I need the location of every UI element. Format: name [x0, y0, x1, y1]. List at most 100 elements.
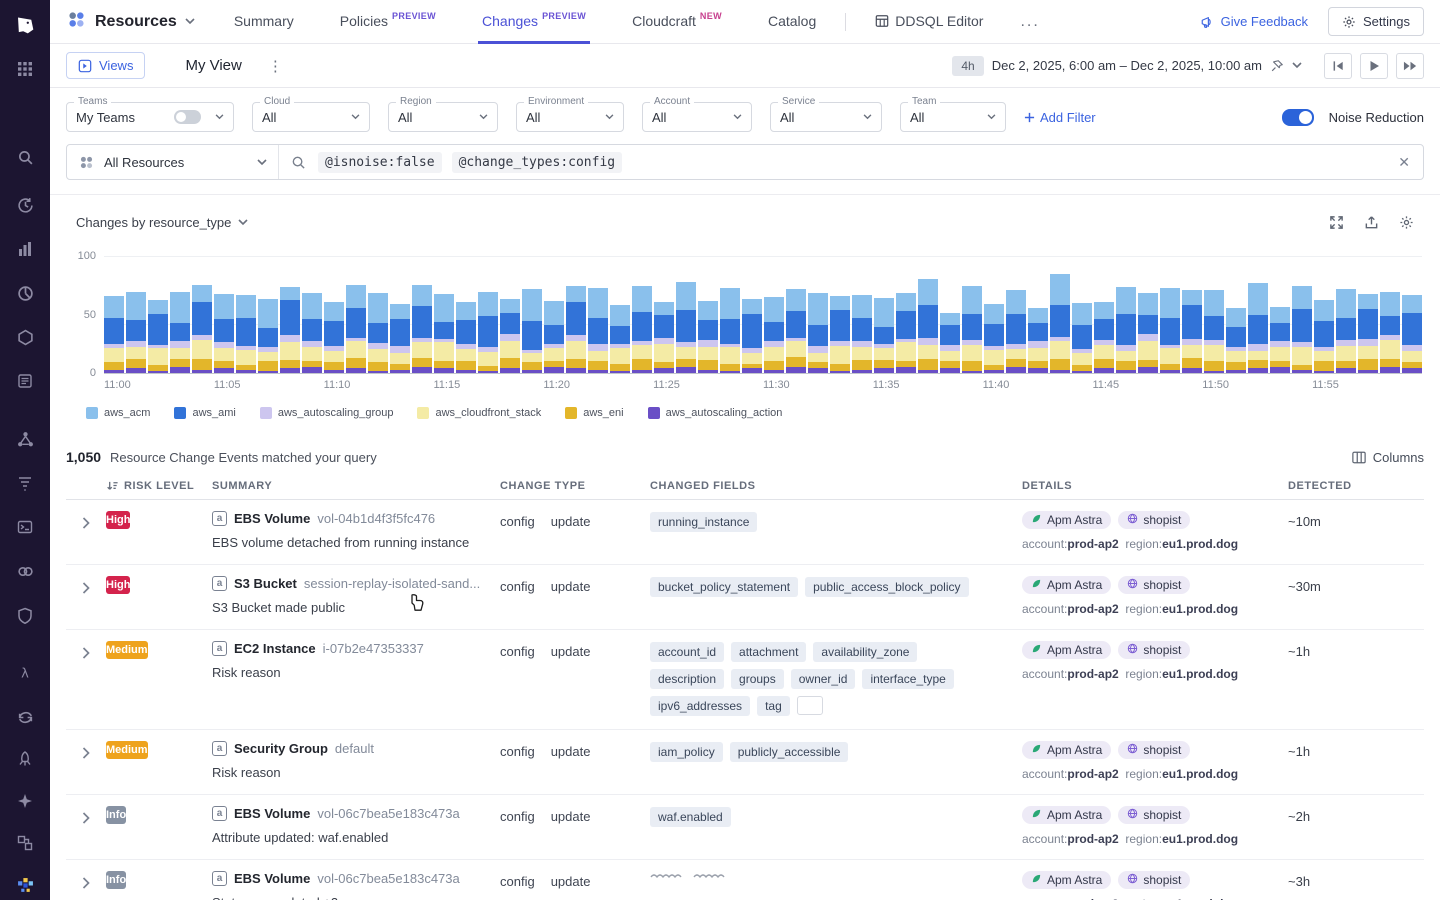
column-header-changed-fields[interactable]: CHANGED FIELDS	[650, 480, 1022, 492]
team-chip[interactable]: Apm Astra	[1022, 511, 1111, 529]
team-chip[interactable]: Apm Astra	[1022, 641, 1111, 659]
filter-cloud[interactable]: Cloud All	[252, 102, 370, 132]
chart-bar[interactable]	[720, 288, 740, 373]
chart-bar[interactable]	[566, 286, 586, 373]
chart-bar[interactable]	[1050, 274, 1070, 373]
chart-bar[interactable]	[1204, 290, 1224, 373]
my-teams-toggle[interactable]	[174, 110, 201, 124]
region-value[interactable]: eu1.prod.dog	[1162, 832, 1238, 846]
bits-ai-icon[interactable]	[0, 870, 50, 900]
filter-teams[interactable]: Teams My Teams	[66, 102, 234, 132]
chart-bar[interactable]	[896, 293, 916, 373]
chart-bar[interactable]	[302, 293, 322, 373]
chart-bar[interactable]	[786, 289, 806, 373]
chart-bar[interactable]	[1270, 307, 1290, 373]
service-chip[interactable]: shopist	[1118, 741, 1190, 759]
resource-name[interactable]: EBS Volume	[234, 871, 310, 886]
chart-bar[interactable]	[104, 296, 124, 373]
resource-name[interactable]: EBS Volume	[234, 806, 310, 821]
filter-team[interactable]: Team All	[900, 102, 1006, 132]
column-header-change-type[interactable]: CHANGE TYPE	[500, 480, 650, 492]
watchdog-icon[interactable]	[0, 190, 50, 220]
region-value[interactable]: eu1.prod.dog	[1162, 667, 1238, 681]
tab-cloudcraft[interactable]: CloudcraftNEW	[632, 0, 722, 44]
dashboards-icon[interactable]	[0, 278, 50, 308]
chart-bar[interactable]	[1380, 292, 1400, 373]
chart-type-select[interactable]: Changes by resource_type	[76, 215, 248, 230]
chart-bar[interactable]	[1028, 308, 1048, 373]
changed-field-chip[interactable]: owner_id	[791, 669, 856, 689]
changed-field-chip[interactable]: publicly_accessible	[730, 742, 849, 762]
team-chip[interactable]: Apm Astra	[1022, 871, 1111, 889]
chart-bar[interactable]	[1116, 287, 1136, 373]
chart-bar[interactable]	[742, 299, 762, 373]
llm-observability-icon[interactable]	[0, 786, 50, 816]
integrations-icon[interactable]	[0, 556, 50, 586]
clear-search-icon[interactable]: ✕	[1398, 154, 1410, 171]
metrics-icon[interactable]	[0, 234, 50, 264]
chart-bar[interactable]	[170, 292, 190, 373]
service-chip[interactable]: shopist	[1118, 576, 1190, 594]
service-chip[interactable]: shopist	[1118, 871, 1190, 889]
apps-grid-icon[interactable]	[0, 54, 50, 84]
serverless-icon[interactable]: λ	[0, 658, 50, 688]
expand-row-icon[interactable]	[66, 871, 106, 889]
tab-policies[interactable]: PoliciesPREVIEW	[340, 0, 436, 44]
changed-field-chip[interactable]: bucket_policy_statement	[650, 577, 798, 597]
query-token-0[interactable]: @isnoise:false	[318, 152, 442, 173]
chart-bar[interactable]	[588, 288, 608, 373]
chart-bar[interactable]	[984, 304, 1004, 373]
app-switcher[interactable]: Resources	[66, 9, 195, 35]
expand-row-icon[interactable]	[66, 741, 106, 759]
column-header-risk-level[interactable]: RISK LEVEL	[106, 480, 212, 492]
give-feedback-link[interactable]: Give Feedback	[1200, 14, 1308, 29]
service-chip[interactable]: shopist	[1118, 511, 1190, 529]
chart-bar[interactable]	[522, 289, 542, 373]
chart-bar[interactable]	[478, 292, 498, 373]
changed-field-chip[interactable]: tag	[757, 696, 790, 716]
chart-bar[interactable]	[1094, 302, 1114, 373]
chart-bar[interactable]	[148, 300, 168, 373]
column-header-details[interactable]: DETAILS	[1022, 480, 1288, 492]
chart-bar[interactable]	[258, 299, 278, 373]
chart-bar[interactable]	[544, 301, 564, 373]
resource-name[interactable]: S3 Bucket	[234, 576, 297, 591]
account-value[interactable]: prod-ap2	[1067, 602, 1118, 616]
changed-field-chip[interactable]: ipv6_addresses	[650, 696, 750, 716]
chart-bar[interactable]	[346, 285, 366, 373]
service-chip[interactable]: shopist	[1118, 806, 1190, 824]
resource-name[interactable]: EBS Volume	[234, 511, 310, 526]
more-tabs-icon[interactable]: ...	[1020, 13, 1039, 31]
changed-field-chip[interactable]: account_id	[650, 642, 724, 662]
time-range-chip[interactable]: 4h	[952, 56, 983, 76]
settings-button[interactable]: Settings	[1328, 7, 1424, 36]
filter-account[interactable]: Account All	[642, 102, 752, 132]
security-icon[interactable]	[0, 600, 50, 630]
expand-row-icon[interactable]	[66, 641, 106, 659]
chart-bar[interactable]	[610, 305, 630, 373]
legend-aws_eni[interactable]: aws_eni	[565, 407, 623, 419]
noise-reduction-toggle[interactable]	[1282, 109, 1314, 126]
account-value[interactable]: prod-ap2	[1067, 537, 1118, 551]
fast-forward-button[interactable]	[1396, 53, 1424, 79]
region-value[interactable]: eu1.prod.dog	[1162, 767, 1238, 781]
chart-bar[interactable]	[1402, 295, 1422, 373]
account-value[interactable]: prod-ap2	[1067, 667, 1118, 681]
chart-bar[interactable]	[698, 301, 718, 373]
chart-bar[interactable]	[1160, 288, 1180, 373]
current-view-name[interactable]: My View	[185, 57, 241, 74]
legend-aws_autoscaling_action[interactable]: aws_autoscaling_action	[648, 407, 783, 419]
query-token-1[interactable]: @change_types:config	[452, 152, 623, 173]
tab-changes[interactable]: ChangesPREVIEW	[482, 0, 586, 44]
filter-environment[interactable]: Environment All	[516, 102, 624, 132]
date-range[interactable]: Dec 2, 2025, 6:00 am – Dec 2, 2025, 10:0…	[992, 58, 1262, 73]
columns-button[interactable]: Columns	[1352, 450, 1424, 465]
chart-bar[interactable]	[632, 286, 652, 373]
legend-aws_ami[interactable]: aws_ami	[174, 407, 235, 419]
team-chip[interactable]: Apm Astra	[1022, 741, 1111, 759]
chart-bar[interactable]	[764, 297, 784, 373]
changed-field-chip[interactable]: interface_type	[862, 669, 953, 689]
chart-bar[interactable]	[918, 279, 938, 373]
changed-field-chip[interactable]: availability_zone	[813, 642, 917, 662]
apm-icon[interactable]	[0, 512, 50, 542]
